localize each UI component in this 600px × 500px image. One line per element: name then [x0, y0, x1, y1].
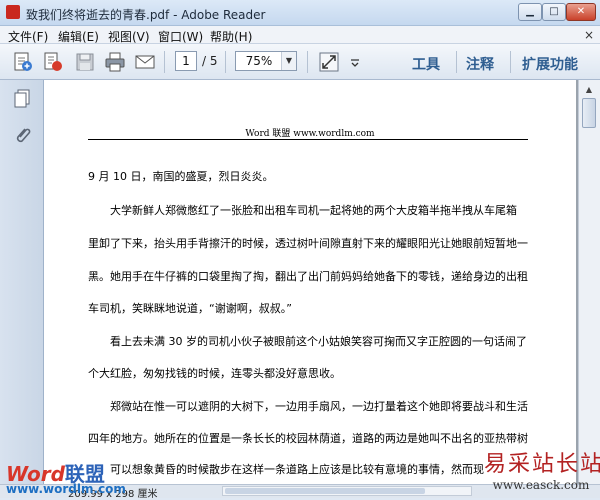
chevron-down-icon[interactable]: ▼ [281, 52, 296, 70]
text-line: 个大红脸，匆匆找钱的时候，连零头都没好意思收。 [88, 367, 341, 380]
close-window-button[interactable]: ✕ [566, 3, 596, 21]
extend-pane-button[interactable]: 扩展功能 [522, 54, 578, 74]
watermark-url: www.wordlm.com [6, 482, 126, 496]
maximize-icon: □ [549, 6, 559, 17]
header-rule [88, 139, 528, 140]
combine-files-icon[interactable] [42, 51, 64, 73]
text-line: 看上去未满 30 岁的司机小伙子被眼前这个小姑娘笑容可掬而又字正腔圆的一句话闹了 [110, 335, 527, 348]
menu-window[interactable]: 窗口(W) [158, 28, 203, 45]
easck-watermark: 易采站长站 www.easck.com [484, 446, 600, 492]
wordlm-watermark: Word联盟 www.wordlm.com [6, 458, 126, 496]
menu-file[interactable]: 文件(F) [8, 28, 48, 45]
close-icon: ✕ [576, 6, 586, 17]
zoom-select[interactable]: 75% ▼ [235, 51, 297, 71]
horizontal-scrollbar-thumb[interactable] [225, 488, 425, 494]
more-tools-icon[interactable] [348, 51, 362, 73]
scroll-up-icon[interactable]: ▲ [581, 82, 597, 98]
create-pdf-icon[interactable] [12, 51, 34, 73]
menu-view[interactable]: 视图(V) [108, 28, 150, 45]
text-line: 郑微站在惟一可以遮阴的大树下，一边用手扇风，一边打量着这个她即将要战斗和生活 [110, 400, 528, 413]
page-number-input[interactable]: 1 [175, 51, 197, 71]
menu-edit[interactable]: 编辑(E) [58, 28, 99, 45]
minimize-icon: ▁ [526, 6, 534, 17]
minimize-button[interactable]: ▁ [518, 3, 542, 21]
attachments-icon[interactable] [12, 124, 32, 146]
fullscreen-icon[interactable] [318, 51, 340, 73]
text-line: 四年的地方。她所在的位置是一条长长的校园林荫道，道路的两边是她叫不出名的亚热带树 [88, 432, 528, 445]
scrollbar-thumb[interactable] [582, 98, 596, 128]
navigation-panel [0, 80, 44, 484]
toolbar-separator [164, 51, 165, 73]
pdf-page: Word 联盟 www.wordlm.com 9 月 10 日，南国的盛夏，烈日… [44, 80, 576, 484]
page-header: Word 联盟 www.wordlm.com [245, 129, 375, 139]
maximize-button[interactable]: □ [542, 3, 566, 21]
text-line: 大学新鲜人郑微憋红了一张脸和出租车司机一起将她的两个大皮箱半拖半拽从车尾箱 [110, 204, 517, 217]
text-line: 可以想象黄昏的时候散步在这样一条道路上应该是比较有意境的事情，然而现 [110, 463, 484, 476]
zoom-value: 75% [245, 54, 273, 68]
menu-help[interactable]: 帮助(H) [210, 28, 252, 45]
toolbar-separator [456, 51, 457, 73]
text-line: 9 月 10 日，南国的盛夏，烈日炎炎。 [88, 170, 274, 183]
text-line: 黑。她用手在牛仔裤的口袋里掏了掏，翻出了出门前妈妈给她备下的零钱，递给身边的出租 [88, 270, 528, 283]
vertical-scrollbar[interactable]: ▲ [578, 80, 600, 484]
menu-bar: 文件(F) 编辑(E) 视图(V) 窗口(W) 帮助(H) × [0, 26, 600, 44]
page-total: / 5 [202, 54, 218, 68]
title-bar: 致我们终将逝去的青春.pdf - Adobe Reader ▁ □ ✕ [0, 0, 600, 26]
watermark-right-cn: 易采站长站 [484, 452, 600, 477]
toolbar-separator [307, 51, 308, 73]
window-title: 致我们终将逝去的青春.pdf - Adobe Reader [26, 8, 266, 22]
adobe-reader-icon [6, 5, 20, 19]
document-viewport[interactable]: Word 联盟 www.wordlm.com 9 月 10 日，南国的盛夏，烈日… [44, 80, 578, 484]
close-document-button[interactable]: × [584, 28, 594, 42]
save-icon[interactable] [74, 51, 96, 73]
horizontal-scrollbar[interactable] [222, 486, 472, 496]
email-icon[interactable] [134, 51, 156, 73]
text-line: 车司机，笑眯眯地说道，“谢谢啊，叔叔。” [88, 302, 292, 315]
toolbar-separator [510, 51, 511, 73]
text-line: 里卸了下来，抬头用手背擦汗的时候，透过树叶间隙直射下来的耀眼阳光让她眼前短暂地一 [88, 237, 528, 250]
toolbar-separator [225, 51, 226, 73]
watermark-right-url: www.easck.com [492, 478, 590, 492]
comment-pane-button[interactable]: 注释 [466, 54, 494, 74]
tools-pane-button[interactable]: 工具 [412, 54, 440, 74]
print-icon[interactable] [104, 51, 126, 73]
page-thumbnails-icon[interactable] [12, 88, 32, 110]
toolbar: 1 / 5 75% ▼ 工具 注释 扩展功能 [0, 44, 600, 80]
